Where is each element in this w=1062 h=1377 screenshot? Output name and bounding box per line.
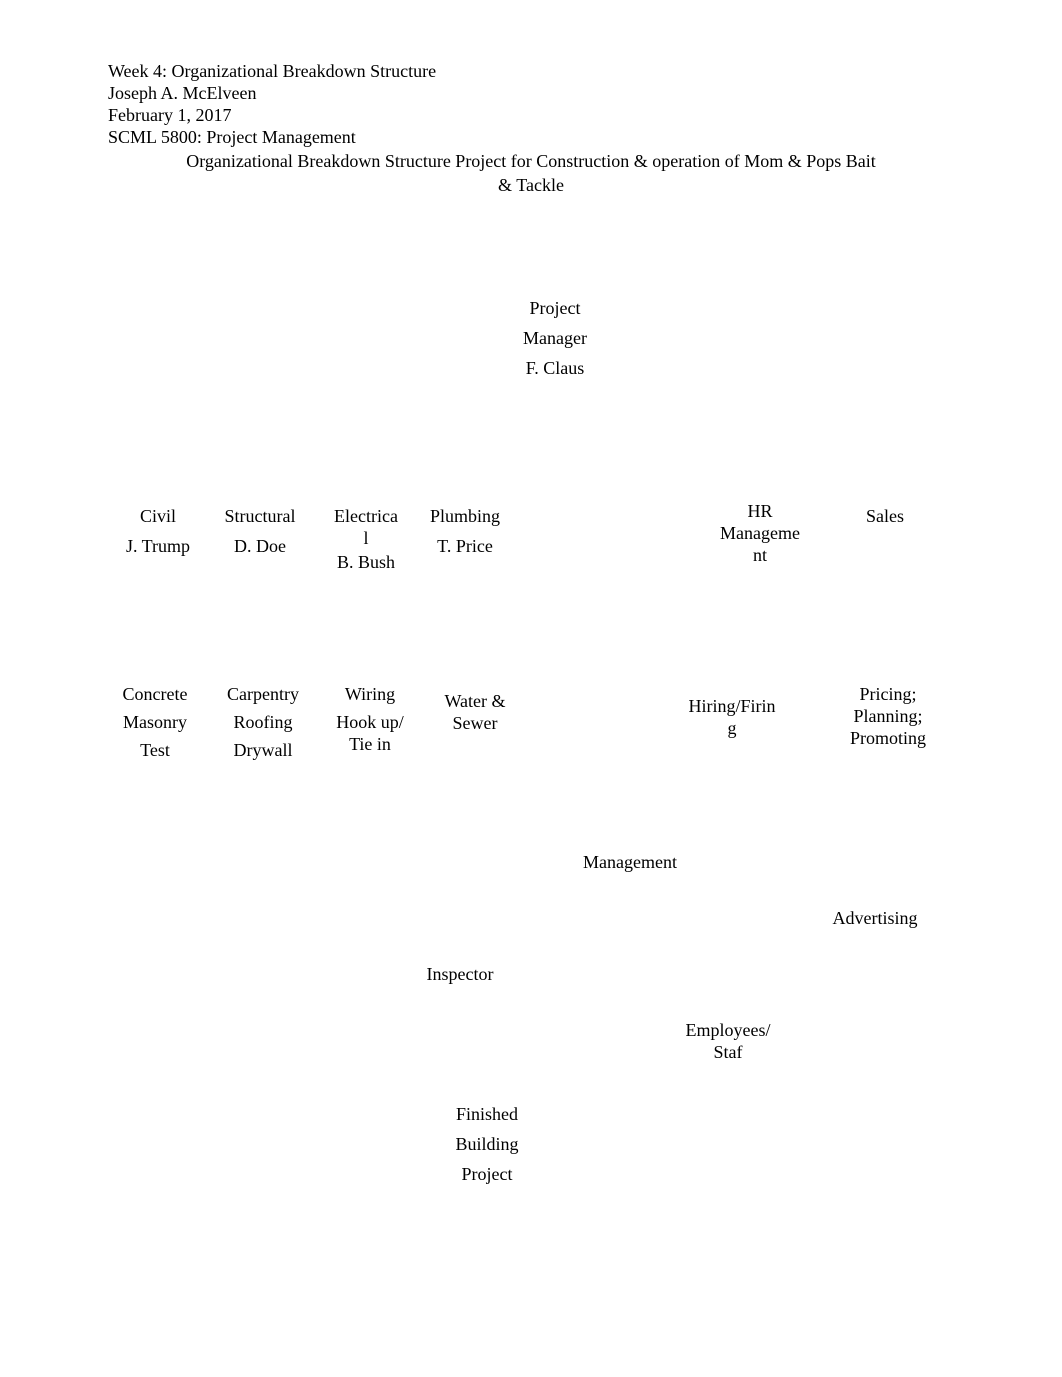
sales-title: Sales bbox=[855, 505, 915, 527]
struct-drywall: Drywall bbox=[218, 739, 308, 761]
header-line-2: Joseph A. McElveen bbox=[108, 82, 954, 104]
node-sales: Sales bbox=[855, 505, 915, 527]
node-structural-children: Carpentry Roofing Drywall bbox=[218, 683, 308, 761]
elec-tiein: Tie in bbox=[325, 733, 415, 755]
header-title-1: Organizational Breakdown Structure Proje… bbox=[108, 150, 954, 172]
civil-test: Test bbox=[110, 739, 200, 761]
hr-hiring-2: g bbox=[677, 717, 787, 739]
hr-title-1: HR bbox=[710, 500, 810, 522]
civil-title: Civil bbox=[118, 505, 198, 527]
node-inspector: Inspector bbox=[415, 963, 505, 985]
header-line-4: SCML 5800: Project Management bbox=[108, 126, 954, 148]
sales-pricing: Pricing; bbox=[838, 683, 938, 705]
header-title-2: & Tackle bbox=[108, 174, 954, 196]
node-plumbing: Plumbing T. Price bbox=[420, 505, 510, 557]
elec-hookup: Hook up/ bbox=[325, 711, 415, 733]
elec-wiring: Wiring bbox=[325, 683, 415, 705]
structural-title: Structural bbox=[215, 505, 305, 527]
header-line-3: February 1, 2017 bbox=[108, 104, 954, 126]
struct-roofing: Roofing bbox=[218, 711, 308, 733]
employees-l1: Employees/ bbox=[668, 1019, 788, 1041]
hr-hiring-1: Hiring/Firin bbox=[677, 695, 787, 717]
struct-carpentry: Carpentry bbox=[218, 683, 308, 705]
civil-name: J. Trump bbox=[118, 535, 198, 557]
sales-planning: Planning; bbox=[838, 705, 938, 727]
pm-title-2: Manager bbox=[500, 327, 610, 349]
plumbing-title: Plumbing bbox=[420, 505, 510, 527]
inspector-label: Inspector bbox=[415, 963, 505, 985]
hr-title-3: nt bbox=[710, 544, 810, 566]
pm-name: F. Claus bbox=[500, 357, 610, 379]
pm-title-1: Project bbox=[500, 297, 610, 319]
structural-name: D. Doe bbox=[215, 535, 305, 557]
header-line-1: Week 4: Organizational Breakdown Structu… bbox=[108, 60, 954, 82]
node-civil-children: Concrete Masonry Test bbox=[110, 683, 200, 761]
plumb-sewer: Sewer bbox=[430, 712, 520, 734]
node-plumbing-children: Water & Sewer bbox=[430, 690, 520, 734]
node-sales-children: Pricing; Planning; Promoting bbox=[838, 683, 938, 749]
finished-l2: Building bbox=[442, 1133, 532, 1155]
advertising-label: Advertising bbox=[820, 907, 930, 929]
civil-masonry: Masonry bbox=[110, 711, 200, 733]
node-hr-hiring: Hiring/Firin g bbox=[677, 695, 787, 739]
management-label: Management bbox=[570, 851, 690, 873]
document-header: Week 4: Organizational Breakdown Structu… bbox=[108, 60, 954, 196]
node-management: Management bbox=[570, 851, 690, 873]
node-employees-staff: Employees/ Staf bbox=[668, 1019, 788, 1063]
node-civil: Civil J. Trump bbox=[118, 505, 198, 557]
finished-l1: Finished bbox=[442, 1103, 532, 1125]
node-electrical-children: Wiring Hook up/ Tie in bbox=[325, 683, 415, 755]
electrical-title-1: Electrica bbox=[326, 505, 406, 527]
sales-promoting: Promoting bbox=[838, 727, 938, 749]
civil-concrete: Concrete bbox=[110, 683, 200, 705]
employees-l2: Staf bbox=[668, 1041, 788, 1063]
finished-l3: Project bbox=[442, 1163, 532, 1185]
electrical-title-2: l bbox=[326, 527, 406, 549]
electrical-name: B. Bush bbox=[326, 551, 406, 573]
node-advertising: Advertising bbox=[820, 907, 930, 929]
hr-title-2: Manageme bbox=[710, 522, 810, 544]
plumb-water: Water & bbox=[430, 690, 520, 712]
node-structural: Structural D. Doe bbox=[215, 505, 305, 557]
node-finished-building: Finished Building Project bbox=[442, 1103, 532, 1185]
node-project-manager: Project Manager F. Claus bbox=[500, 297, 610, 379]
node-hr-management: HR Manageme nt bbox=[710, 500, 810, 566]
node-electrical: Electrica l B. Bush bbox=[326, 505, 406, 573]
plumbing-name: T. Price bbox=[420, 535, 510, 557]
